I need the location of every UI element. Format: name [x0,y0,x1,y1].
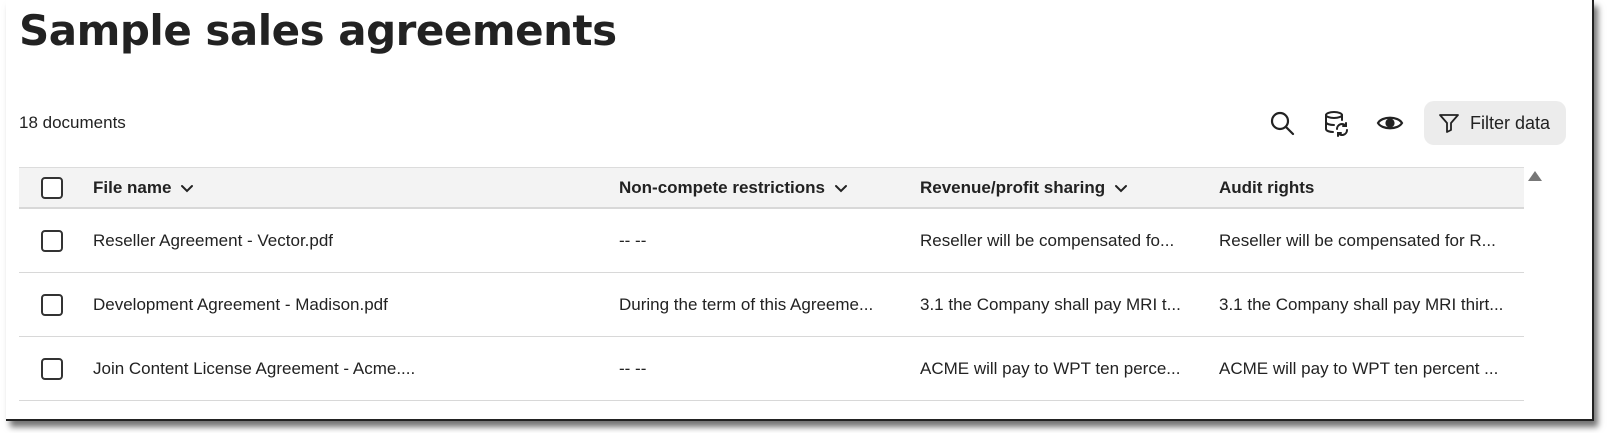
app-window: Sample sales agreements 18 documents Fil… [6,0,1594,421]
file-name-cell[interactable]: Development Agreement - Madison.pdf [93,273,593,336]
filter-icon [1439,114,1459,133]
database-refresh-button[interactable] [1314,101,1358,145]
preview-button[interactable] [1368,101,1412,145]
revenue-sharing-cell: ACME will pay to WPT ten perce... [920,358,1181,378]
chevron-down-icon[interactable] [179,180,195,196]
column-header-non-compete[interactable]: Non-compete restrictions [619,168,899,207]
column-header-label: File name [93,177,172,197]
revenue-sharing-cell: 3.1 the Company shall pay MRI t... [920,294,1181,314]
eye-icon [1376,116,1404,130]
table-row[interactable]: Join Content License Agreement - Acme...… [19,337,1524,401]
non-compete-cell: -- -- [619,358,647,378]
column-header-label: Non-compete restrictions [619,177,825,197]
audit-rights-cell: ACME will pay to WPT ten percent ... [1219,358,1499,378]
file-name-cell[interactable]: Join Content License Agreement - Acme...… [93,337,593,400]
row-checkbox[interactable] [41,229,63,252]
row-checkbox[interactable] [41,357,63,380]
revenue-sharing-cell: Reseller will be compensated fo... [920,230,1175,250]
column-header-label: Audit rights [1219,177,1315,197]
non-compete-cell: During the term of this Agreeme... [619,294,874,314]
documents-table: File name Non-compete restrictions Reven… [19,167,1524,401]
vertical-scrollbar[interactable] [1524,167,1544,407]
audit-rights-cell: 3.1 the Company shall pay MRI thirt... [1219,294,1504,314]
database-refresh-icon [1324,111,1348,137]
column-header-audit-rights[interactable]: Audit rights [1219,168,1519,207]
column-header-label: Revenue/profit sharing [920,177,1106,197]
filter-data-button[interactable]: Filter data [1423,101,1566,145]
row-checkbox[interactable] [41,293,63,316]
chevron-down-icon[interactable] [833,180,849,196]
search-icon [1270,111,1295,136]
column-header-revenue-sharing[interactable]: Revenue/profit sharing [920,168,1200,207]
table-row[interactable]: Development Agreement - Madison.pdf Duri… [19,273,1524,337]
document-count: 18 documents [19,113,126,132]
table-row[interactable]: Reseller Agreement - Vector.pdf -- -- Re… [19,209,1524,273]
toolbar: Filter data [1250,101,1566,145]
file-name-cell[interactable]: Reseller Agreement - Vector.pdf [93,209,593,272]
page-title: Sample sales agreements [19,6,617,55]
non-compete-cell: -- -- [619,230,647,250]
filter-data-label: Filter data [1469,112,1550,133]
column-header-file-name[interactable]: File name [93,168,593,207]
scroll-up-arrow-icon[interactable] [1528,171,1542,181]
select-all-checkbox[interactable] [41,176,63,199]
table-header: File name Non-compete restrictions Reven… [19,167,1524,209]
audit-rights-cell: Reseller will be compensated for R... [1219,230,1496,250]
chevron-down-icon[interactable] [1113,180,1129,196]
search-button[interactable] [1260,101,1304,145]
